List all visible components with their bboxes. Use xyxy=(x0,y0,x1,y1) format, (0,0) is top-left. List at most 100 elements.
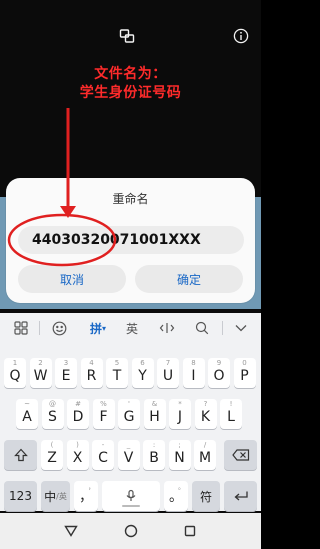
cancel-button[interactable]: 取消 xyxy=(18,265,126,293)
recents-icon[interactable] xyxy=(180,521,200,541)
key-label: F xyxy=(99,409,108,425)
key-y[interactable]: 6Y xyxy=(131,358,154,388)
language-switch-key[interactable]: 中/英 xyxy=(41,481,70,511)
key-s[interactable]: @ S xyxy=(41,399,64,429)
key-a[interactable]: ~ A xyxy=(16,399,38,429)
key-r[interactable]: 4R xyxy=(80,358,103,388)
key-label: E xyxy=(61,368,71,384)
confirm-button[interactable]: 确定 xyxy=(135,265,243,293)
key-b[interactable]: :B xyxy=(143,440,165,470)
key-q[interactable]: 1Q xyxy=(4,358,26,388)
key-u[interactable]: 7U xyxy=(157,358,179,388)
key-hint: ! xyxy=(229,400,233,408)
key-j[interactable]: * J xyxy=(169,399,191,429)
key-label: I xyxy=(191,368,196,384)
rename-dialog: 重命名 44030320071001XXX 取消 确定 xyxy=(6,178,255,303)
annotation-text: 文件名为： 学生身份证号码 xyxy=(0,66,261,102)
key-t[interactable]: 5T xyxy=(106,358,128,388)
keyboard: 拼 ▾ 英 1Q2W3E4R5T6Y7U8I9O0P ~ A @ S # D %… xyxy=(0,313,261,511)
cursor-move-icon[interactable] xyxy=(156,313,178,343)
period-key[interactable]: 。 。 xyxy=(164,481,188,511)
key-hint: ; xyxy=(178,441,181,449)
key-f[interactable]: % F xyxy=(92,399,115,429)
key-hint: 6 xyxy=(140,359,145,367)
comma-key[interactable]: ， ， xyxy=(74,481,98,511)
key-m[interactable]: / M xyxy=(194,440,216,470)
annotation-line-1: 文件名为： xyxy=(94,66,167,82)
numbers-key[interactable]: 123 xyxy=(4,481,37,511)
navigation-bar xyxy=(0,513,261,549)
key-label: A xyxy=(22,409,32,425)
backspace-key[interactable] xyxy=(224,440,257,470)
key-hint: _ xyxy=(126,441,131,449)
pinyin-dropdown-icon: ▾ xyxy=(102,323,107,333)
key-label: D xyxy=(72,409,84,425)
pinyin-label: 拼 xyxy=(89,321,102,336)
key-h[interactable]: & H xyxy=(143,399,166,429)
key-w[interactable]: 2W xyxy=(29,358,52,388)
key-label: N xyxy=(174,450,185,466)
lang-sub: /英 xyxy=(56,491,67,501)
backspace-icon xyxy=(231,449,249,461)
key-n[interactable]: ; N xyxy=(168,440,191,470)
key-g[interactable]: ' G xyxy=(118,399,140,429)
info-icon[interactable] xyxy=(232,27,250,45)
key-label: J xyxy=(177,409,183,425)
key-hint: - xyxy=(101,441,105,449)
key-p[interactable]: 0P xyxy=(233,358,256,388)
key-e[interactable]: 3E xyxy=(55,358,77,388)
key-i[interactable]: 8I xyxy=(182,358,205,388)
annotation-line-2: 学生身份证号码 xyxy=(79,85,182,101)
key-label: X xyxy=(72,450,83,466)
english-mode-button[interactable]: 英 xyxy=(121,313,143,343)
key-v[interactable]: _ V xyxy=(117,440,140,470)
key-z[interactable]: (Z xyxy=(41,440,63,470)
key-x[interactable]: ) X xyxy=(66,440,89,470)
symbols-key[interactable]: 符 xyxy=(192,481,220,511)
key-hint: 8 xyxy=(191,359,196,367)
emoji-icon[interactable] xyxy=(48,313,70,343)
key-hint: : xyxy=(152,441,156,449)
key-label: W xyxy=(33,368,48,384)
filename-input[interactable]: 44030320071001XXX xyxy=(18,226,244,254)
pinyin-mode-button[interactable]: 拼 ▾ xyxy=(84,313,112,343)
key-label: Y xyxy=(138,368,147,384)
key-hint: 3 xyxy=(63,359,69,367)
enter-key[interactable] xyxy=(224,481,257,511)
key-l[interactable]: ! L xyxy=(220,399,242,429)
key-hint: ) xyxy=(76,441,79,449)
key-o[interactable]: 9O xyxy=(208,358,230,388)
key-hint: 5 xyxy=(114,359,120,367)
key-label: M xyxy=(198,450,212,466)
key-hint: & xyxy=(151,400,158,408)
key-label: R xyxy=(86,368,97,384)
key-label: L xyxy=(227,409,235,425)
key-hint: ' xyxy=(128,400,130,408)
screen-switch-icon[interactable] xyxy=(118,27,136,45)
key-c[interactable]: -C xyxy=(92,440,114,470)
key-hint: # xyxy=(75,400,81,408)
space-key[interactable] xyxy=(102,481,160,511)
key-hint: @ xyxy=(49,400,56,408)
dialog-title: 重命名 xyxy=(112,192,149,206)
key-hint: 1 xyxy=(12,359,18,367)
key-hint: 2 xyxy=(38,359,43,367)
key-hint: 4 xyxy=(89,359,94,367)
keyboard-toolbar: 拼 ▾ 英 xyxy=(0,313,261,343)
toolbar-divider xyxy=(222,321,223,335)
shift-key[interactable] xyxy=(4,440,37,470)
key-k[interactable]: ? K xyxy=(194,399,217,429)
space-bar-line xyxy=(122,505,140,507)
hide-keyboard-icon[interactable] xyxy=(230,313,252,343)
home-icon[interactable] xyxy=(121,521,141,541)
back-icon[interactable] xyxy=(61,521,81,541)
key-label: H xyxy=(149,409,160,425)
grid-icon[interactable] xyxy=(10,313,32,343)
key-hint: 7 xyxy=(165,359,171,367)
search-icon[interactable] xyxy=(191,313,213,343)
key-label: T xyxy=(112,368,122,384)
key-d[interactable]: # D xyxy=(67,399,89,429)
microphone-icon xyxy=(126,489,136,501)
lang-label: 中 xyxy=(44,489,57,504)
key-hint: * xyxy=(178,400,182,408)
